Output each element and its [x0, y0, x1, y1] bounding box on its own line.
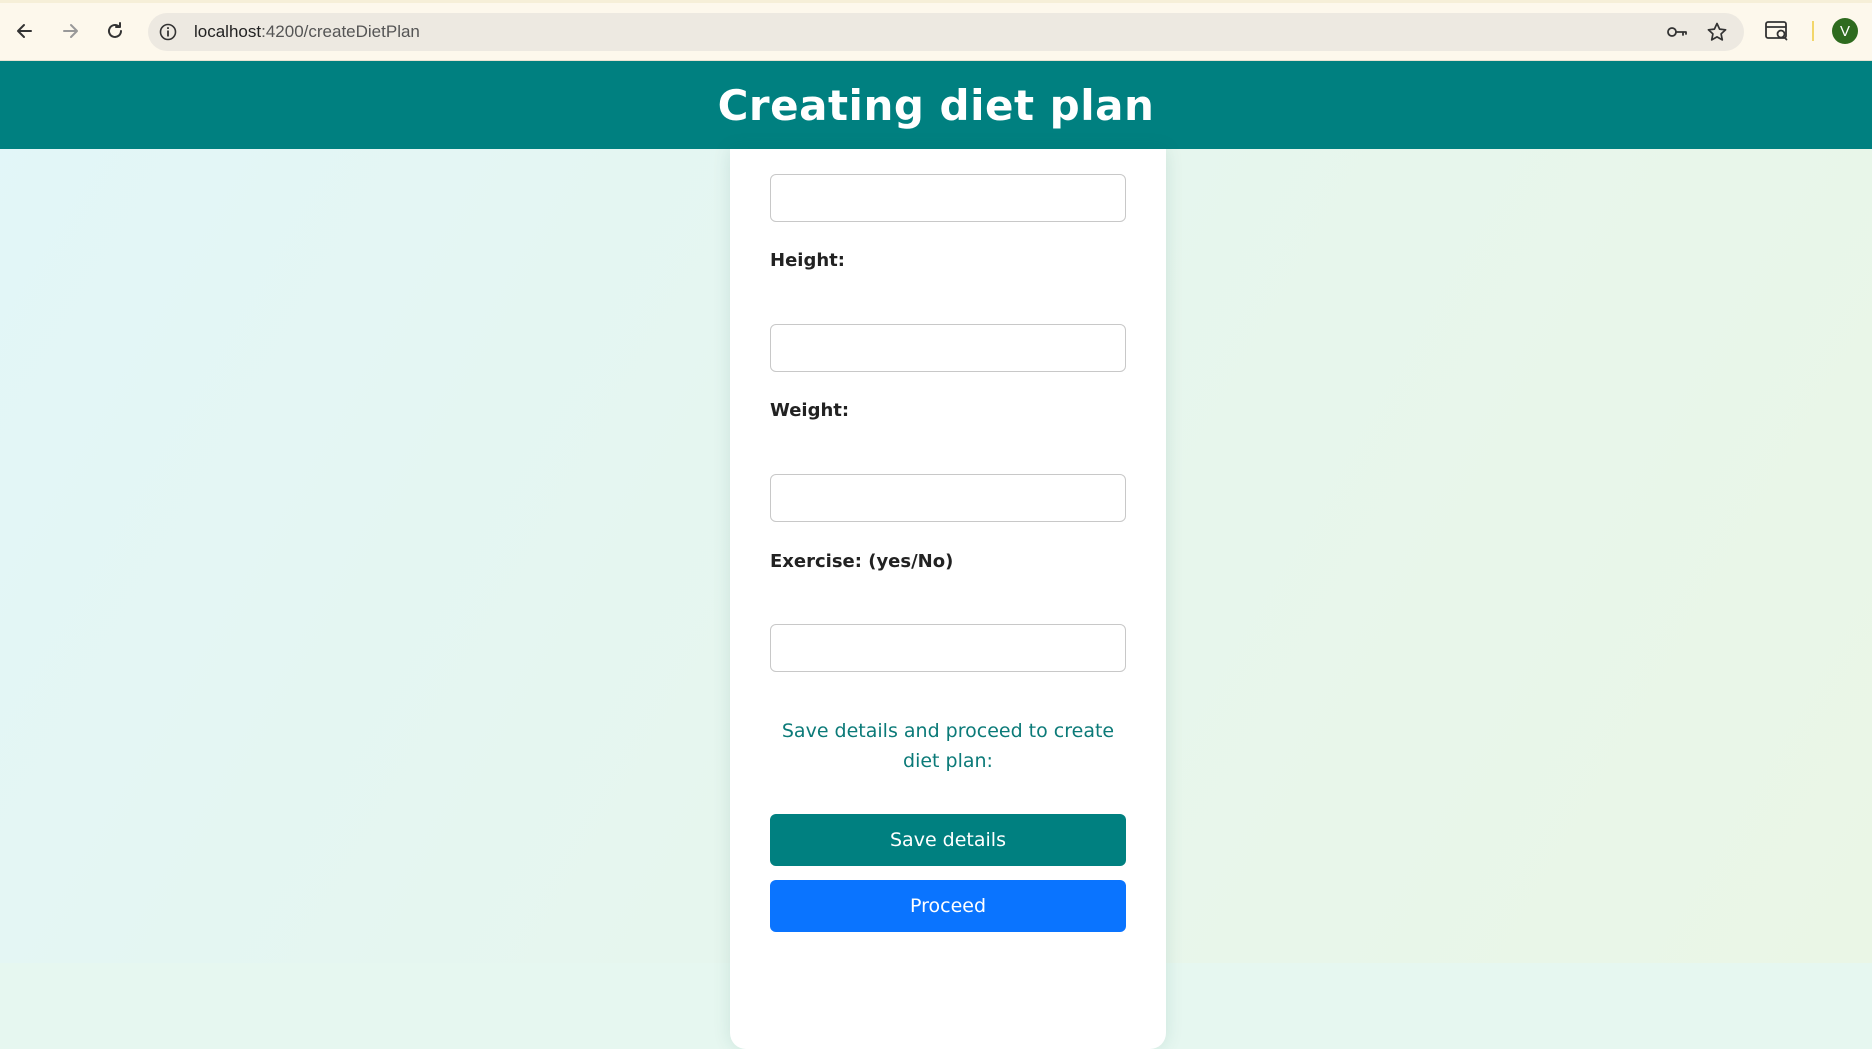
save-proceed-note: Save details and proceed to create diet … [781, 720, 1115, 772]
tab-search-icon[interactable] [1764, 19, 1790, 43]
toolbar-divider [1812, 21, 1814, 41]
page-title: Creating diet plan [717, 80, 1155, 130]
url-path: :4200/createDietPlan [261, 22, 420, 41]
back-button[interactable] [8, 14, 42, 48]
exercise-input[interactable] [770, 624, 1126, 672]
browser-toolbar: localhost:4200/createDietPlan V [0, 0, 1872, 61]
address-bar[interactable]: localhost:4200/createDietPlan [148, 13, 1744, 51]
key-icon[interactable] [1666, 22, 1688, 42]
arrow-right-icon [63, 24, 78, 38]
star-icon[interactable] [1706, 21, 1728, 43]
page-header: Creating diet plan [0, 61, 1872, 149]
url-text[interactable]: localhost:4200/createDietPlan [194, 22, 420, 42]
page-body: Creating diet plan Height: Weight: Exerc… [0, 61, 1872, 1049]
forward-button[interactable] [53, 14, 87, 48]
info-icon[interactable] [158, 22, 178, 42]
reload-button[interactable] [98, 14, 132, 48]
profile-avatar[interactable]: V [1832, 18, 1858, 44]
save-details-button[interactable]: Save details [770, 814, 1126, 866]
weight-input[interactable] [770, 474, 1126, 522]
arrow-left-icon [17, 24, 32, 38]
diet-plan-form-card: Height: Weight: Exercise: (yes/No) Save … [730, 149, 1166, 1049]
tab-strip [0, 0, 1872, 3]
proceed-button[interactable]: Proceed [770, 880, 1126, 932]
height-label: Height: [770, 250, 845, 271]
height-input[interactable] [770, 324, 1126, 372]
top-input[interactable] [770, 174, 1126, 222]
reload-icon [108, 22, 122, 38]
weight-label: Weight: [770, 400, 850, 421]
url-host: localhost [194, 22, 262, 41]
exercise-label: Exercise: (yes/No) [770, 551, 954, 572]
